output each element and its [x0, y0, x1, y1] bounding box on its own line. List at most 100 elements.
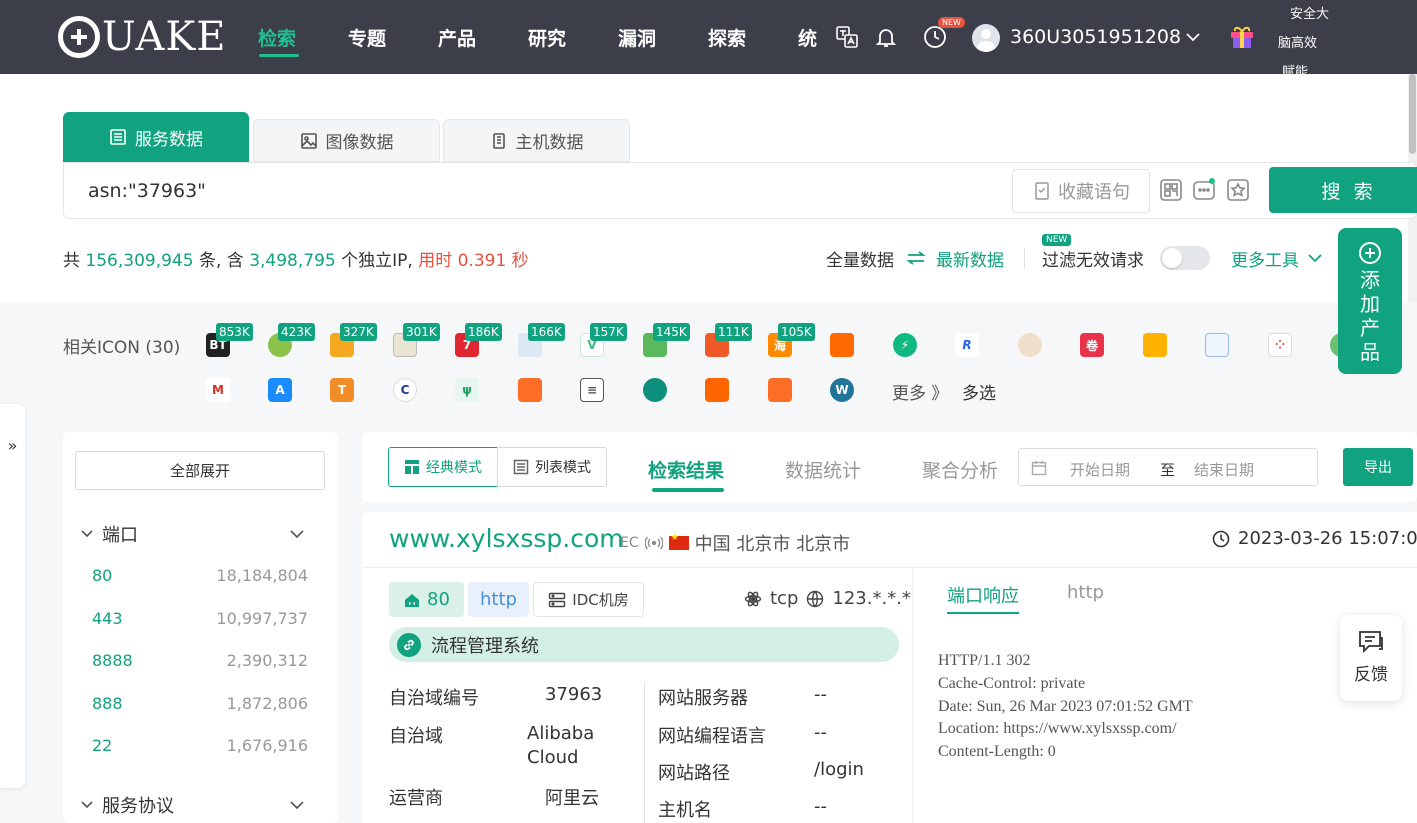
all-data-option[interactable]: 全量数据 [826, 246, 894, 271]
grass-app-icon[interactable]: ψ [455, 378, 479, 402]
dots-app-icon[interactable]: ⁘ [1268, 333, 1292, 357]
start-date-placeholder[interactable]: 开始日期 [1070, 459, 1130, 480]
search-button[interactable]: 搜 索 [1269, 167, 1417, 213]
expand-all-button[interactable]: 全部展开 [75, 451, 325, 490]
component-tag[interactable]: 流程管理系统 [389, 627, 899, 662]
protocol-tag[interactable]: http [468, 582, 529, 617]
port-filter-key[interactable]: 8888 [92, 651, 133, 670]
jenkins-icon[interactable] [1018, 333, 1042, 357]
result-hostname-link[interactable]: www.xylsxssp.com [389, 524, 624, 553]
tab-data-statistics[interactable]: 数据统计 [785, 456, 861, 483]
gitlab-icon[interactable] [768, 378, 792, 402]
gift-icon[interactable] [1228, 22, 1256, 50]
translate-icon[interactable] [834, 24, 860, 50]
asn-value[interactable]: 37963 [545, 684, 602, 705]
gitlab-icon[interactable] [518, 378, 542, 402]
tiles-app-icon[interactable] [1143, 333, 1167, 357]
port-filter-key[interactable]: 888 [92, 694, 123, 713]
rabbitmq-icon[interactable] [705, 378, 729, 402]
favorite-query-button[interactable]: 收藏语句 [1012, 169, 1150, 213]
port-tag[interactable]: 80 [389, 582, 464, 617]
avatar[interactable] [972, 24, 1000, 52]
bell-icon[interactable] [873, 24, 899, 50]
tab-host-data[interactable]: 主机数据 [443, 119, 630, 162]
transport-protocol: tcp [770, 588, 799, 609]
chevron-down-icon[interactable] [289, 526, 305, 542]
terminal-app-icon[interactable]: ≡ [580, 378, 604, 402]
bolt-app-icon[interactable]: ⚡ [893, 333, 917, 357]
feedback-label: 反馈 [1354, 665, 1388, 685]
ai-chat-icon[interactable] [1191, 177, 1217, 203]
file-app-icon[interactable] [1205, 333, 1229, 357]
classic-mode-button[interactable]: 经典模式 [388, 447, 498, 487]
nav-item-explore[interactable]: 探索 [708, 24, 746, 51]
app-store-icon[interactable]: A [268, 378, 292, 402]
web-path-value[interactable]: /login [814, 759, 864, 780]
port-filter-key[interactable]: 22 [92, 736, 112, 755]
alibaba-cloud-icon[interactable] [830, 333, 854, 357]
t-app-icon[interactable]: T [330, 378, 354, 402]
username[interactable]: 360U3051951208 [1010, 26, 1181, 48]
as-org-value[interactable]: Alibaba Cloud [527, 722, 617, 770]
end-date-placeholder[interactable]: 结束日期 [1194, 459, 1254, 480]
latest-data-option[interactable]: 最新数据 [936, 246, 1004, 271]
feedback-button[interactable]: 反馈 [1340, 615, 1402, 701]
quake-logo[interactable]: UAKE [58, 14, 226, 60]
tab-search-results[interactable]: 检索结果 [648, 456, 724, 483]
port-section-title[interactable]: 端口 [102, 521, 138, 547]
search-input[interactable] [88, 175, 988, 207]
nav-item-topics[interactable]: 专题 [348, 24, 386, 51]
side-ad-banner[interactable]: 安全大 脑高效 赋能 [1276, 0, 1346, 87]
idc-tag[interactable]: IDC机房 [533, 582, 644, 617]
star-icon[interactable] [1225, 177, 1251, 203]
nav-item-search[interactable]: 检索 [258, 24, 296, 51]
chat-bubble-icon [1359, 631, 1383, 654]
classic-mode-label: 经典模式 [426, 460, 482, 476]
protocol-section-title[interactable]: 服务协议 [102, 792, 174, 818]
port-filter-key[interactable]: 80 [92, 566, 112, 585]
gmail-icon[interactable]: M [206, 378, 230, 402]
more-tools-link[interactable]: 更多工具 [1231, 246, 1299, 271]
response-tab-underline [947, 612, 1019, 614]
sidebar-collapse-tab[interactable]: » [0, 404, 25, 788]
chevron-down-icon[interactable] [289, 797, 305, 813]
chevron-down-icon[interactable] [1184, 28, 1202, 46]
filter-invalid-toggle[interactable] [1160, 246, 1210, 270]
chevron-down-icon[interactable] [80, 798, 94, 812]
tab-port-response[interactable]: 端口响应 [947, 582, 1019, 608]
side-ad-line: 脑高效 [1278, 36, 1318, 51]
export-button[interactable]: 导出 [1343, 448, 1413, 486]
swap-icon[interactable] [906, 250, 926, 266]
transport-info: tcp 123.*.*.* [744, 588, 911, 609]
r-app-icon[interactable]: R [955, 333, 979, 357]
nav-item-vulns[interactable]: 漏洞 [618, 24, 656, 51]
more-icons-link[interactable]: 更多 》 [892, 379, 948, 404]
juan-icon[interactable]: 卷 [1080, 333, 1104, 357]
filter-new-badge: NEW [1042, 234, 1072, 246]
nav-item-products[interactable]: 产品 [438, 24, 476, 51]
port-filter-key[interactable]: 443 [92, 609, 123, 628]
chevron-down-icon[interactable] [80, 527, 94, 541]
list-mode-button[interactable]: 列表模式 [497, 447, 607, 487]
tab-service-data[interactable]: 服务数据 [63, 112, 249, 162]
qrcode-icon[interactable] [1158, 177, 1184, 203]
chevron-down-icon[interactable] [1307, 251, 1323, 265]
elastic-icon[interactable] [643, 378, 667, 402]
add-product-button[interactable]: 添 加 产 品 [1338, 228, 1402, 374]
tab-http[interactable]: http [1067, 582, 1104, 603]
multi-select-link[interactable]: 多选 [962, 379, 996, 404]
isp-value[interactable]: 阿里云 [545, 784, 599, 810]
wordpress-icon[interactable]: W [830, 378, 854, 402]
active-tab-underline [652, 488, 724, 492]
stats-divider [518, 248, 519, 268]
date-range-picker[interactable]: 开始日期 至 结束日期 [1018, 448, 1318, 486]
nav-item-research[interactable]: 研究 [528, 24, 566, 51]
c-app-icon[interactable]: C [393, 378, 417, 402]
masked-ip[interactable]: 123.*.*.* [832, 588, 911, 609]
tab-image-data[interactable]: 图像数据 [253, 119, 440, 162]
tab-aggregate-analysis[interactable]: 聚合分析 [922, 456, 998, 483]
component-name: 流程管理系统 [431, 635, 539, 657]
nav-item-stats[interactable]: 统 [798, 24, 817, 51]
result-location: 中国 北京市 北京市 [694, 534, 851, 555]
card-column-divider [912, 568, 913, 823]
